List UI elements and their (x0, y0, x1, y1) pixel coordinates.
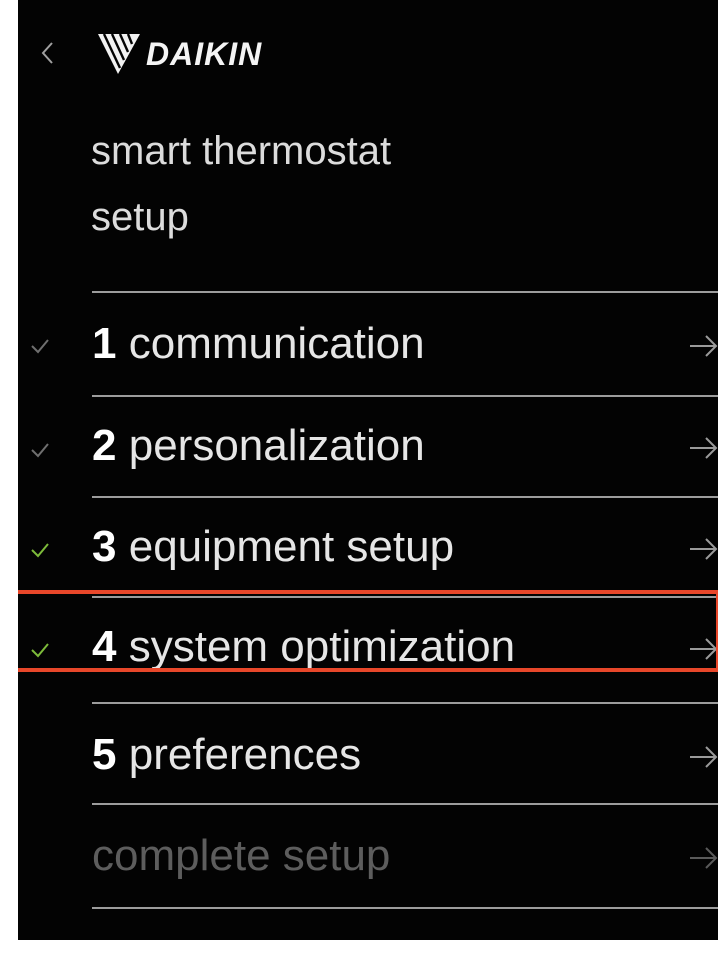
arrow-right-icon (690, 437, 718, 459)
step-equipment-setup[interactable]: 3 equipment setup (18, 498, 718, 604)
step-preferences[interactable]: 5 preferences (18, 704, 718, 810)
check-icon (31, 543, 49, 558)
arrow-right-icon (690, 335, 718, 357)
step-label: complete setup (92, 831, 391, 880)
step-label: 5 preferences (92, 730, 362, 779)
arrow-right-icon (690, 538, 718, 560)
step-label: 1 communication (92, 319, 425, 368)
step-communication[interactable]: 1 communication (18, 293, 718, 399)
step-personalization[interactable]: 2 personalization (18, 397, 718, 503)
step-complete-setup[interactable]: complete setup (18, 805, 718, 911)
step-label: 3 equipment setup (92, 522, 455, 571)
check-icon (31, 443, 49, 458)
check-icon (31, 339, 49, 354)
divider (92, 907, 718, 909)
arrow-right-icon (690, 746, 718, 768)
arrow-right-icon (690, 847, 718, 869)
setup-steps-list: 1 communication 2 personalization 3 equi… (18, 0, 718, 940)
selection-highlight (18, 590, 718, 672)
setup-screen: DAIKIN smart thermostat setup 1 communic… (18, 0, 718, 940)
step-label: 2 personalization (92, 421, 425, 470)
